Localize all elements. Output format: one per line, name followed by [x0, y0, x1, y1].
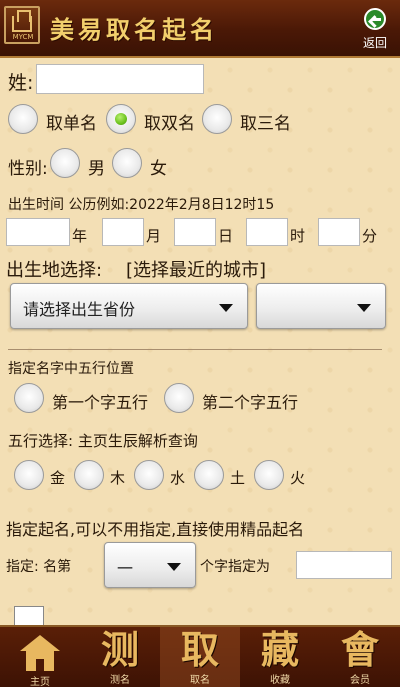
chevron-down-icon — [167, 563, 181, 571]
bottom-nav: 主页 测 测名 取 取名 藏 收藏 會 会员 — [0, 625, 400, 687]
city-select[interactable] — [256, 283, 386, 329]
app-logo: MYCM — [4, 6, 40, 44]
province-select-value: 请选择出生省份 — [23, 300, 136, 319]
month-unit: 月 — [146, 227, 162, 245]
specified-char-input[interactable] — [296, 551, 392, 579]
radio-wuxing-wood[interactable] — [74, 460, 104, 490]
year-unit: 年 — [72, 227, 88, 245]
back-arrow-icon — [364, 8, 386, 30]
tab-take-name-label: 取名 — [190, 675, 210, 686]
tab-member-label: 会员 — [350, 675, 370, 686]
radio-wuxing-metal-label: 金 — [50, 469, 66, 487]
hour-unit: 时 — [290, 227, 306, 245]
radio-wuxing-metal[interactable] — [14, 460, 44, 490]
radio-wuxing-fire[interactable] — [254, 460, 284, 490]
specify-label: 指定: 名第 — [6, 559, 72, 575]
tab-favorites-label: 收藏 — [270, 675, 290, 686]
back-label: 返回 — [362, 36, 387, 50]
radio-triple-name[interactable] — [202, 104, 232, 134]
char-position-select-value: 一 — [117, 559, 134, 578]
tab-test-name[interactable]: 测 测名 — [80, 627, 160, 687]
specify-suffix: 个字指定为 — [200, 559, 270, 575]
radio-wuxing-wood-label: 木 — [110, 469, 126, 487]
specify-note: 指定起名,可以不用指定,直接使用精品起名 — [6, 520, 305, 539]
birth-minute-input[interactable] — [318, 218, 360, 246]
tab-take-name[interactable]: 取 取名 — [160, 627, 240, 687]
radio-first-char-wuxing[interactable] — [14, 383, 44, 413]
birthplace-label: 出生地选择: — [6, 260, 103, 281]
tab-home-label: 主页 — [30, 677, 50, 687]
back-button[interactable]: 返回 — [358, 8, 392, 54]
tab-test-name-glyph: 测 — [100, 627, 139, 672]
radio-double-name[interactable] — [106, 104, 136, 134]
birth-year-input[interactable] — [6, 218, 70, 246]
app-title: 美易取名起名 — [50, 15, 218, 44]
province-select[interactable]: 请选择出生省份 — [10, 283, 248, 329]
tab-member[interactable]: 會 会员 — [320, 627, 400, 687]
radio-male-label: 男 — [88, 159, 105, 179]
gender-label: 性别: — [8, 159, 48, 179]
radio-single-name[interactable] — [8, 104, 38, 134]
surname-input[interactable] — [36, 64, 204, 94]
day-unit: 日 — [218, 227, 234, 245]
radio-male[interactable] — [50, 148, 80, 178]
chevron-down-icon — [219, 304, 233, 312]
chevron-down-icon — [357, 304, 371, 312]
radio-female-label: 女 — [150, 159, 167, 179]
radio-single-name-label: 取单名 — [46, 114, 97, 134]
minute-unit: 分 — [362, 227, 378, 245]
radio-second-char-wuxing[interactable] — [164, 383, 194, 413]
section-divider — [8, 349, 382, 350]
radio-second-char-wuxing-label: 第二个字五行 — [202, 393, 299, 412]
birth-time-hint: 出生时间 公历例如:2022年2月8日12时15 — [8, 197, 275, 213]
birthplace-hint: [选择最近的城市] — [126, 260, 267, 281]
radio-triple-name-label: 取三名 — [240, 114, 291, 134]
radio-wuxing-earth[interactable] — [194, 460, 224, 490]
radio-wuxing-earth-label: 土 — [230, 469, 246, 487]
radio-female[interactable] — [112, 148, 142, 178]
logo-text: MYCM — [12, 33, 34, 41]
birth-hour-input[interactable] — [246, 218, 288, 246]
tab-test-name-label: 测名 — [110, 675, 130, 686]
tab-favorites-glyph: 藏 — [260, 627, 299, 672]
radio-wuxing-fire-label: 火 — [290, 469, 306, 487]
birth-month-input[interactable] — [102, 218, 144, 246]
home-icon — [20, 635, 60, 673]
tab-favorites[interactable]: 藏 收藏 — [240, 627, 320, 687]
wuxing-position-label: 指定名字中五行位置 — [8, 361, 134, 377]
radio-double-name-label: 取双名 — [144, 114, 195, 134]
wuxing-select-label: 五行选择: 主页生辰解析查询 — [8, 432, 198, 450]
radio-first-char-wuxing-label: 第一个字五行 — [52, 393, 149, 412]
radio-wuxing-water-label: 水 — [170, 469, 186, 487]
tab-home[interactable]: 主页 — [0, 627, 80, 687]
birth-day-input[interactable] — [174, 218, 216, 246]
surname-label: 姓: — [8, 72, 34, 94]
app-header: MYCM 美易取名起名 返回 — [0, 0, 400, 58]
tab-take-name-glyph: 取 — [180, 627, 219, 672]
char-position-select[interactable]: 一 — [104, 542, 196, 588]
radio-wuxing-water[interactable] — [134, 460, 164, 490]
tab-member-glyph: 會 — [340, 627, 379, 672]
